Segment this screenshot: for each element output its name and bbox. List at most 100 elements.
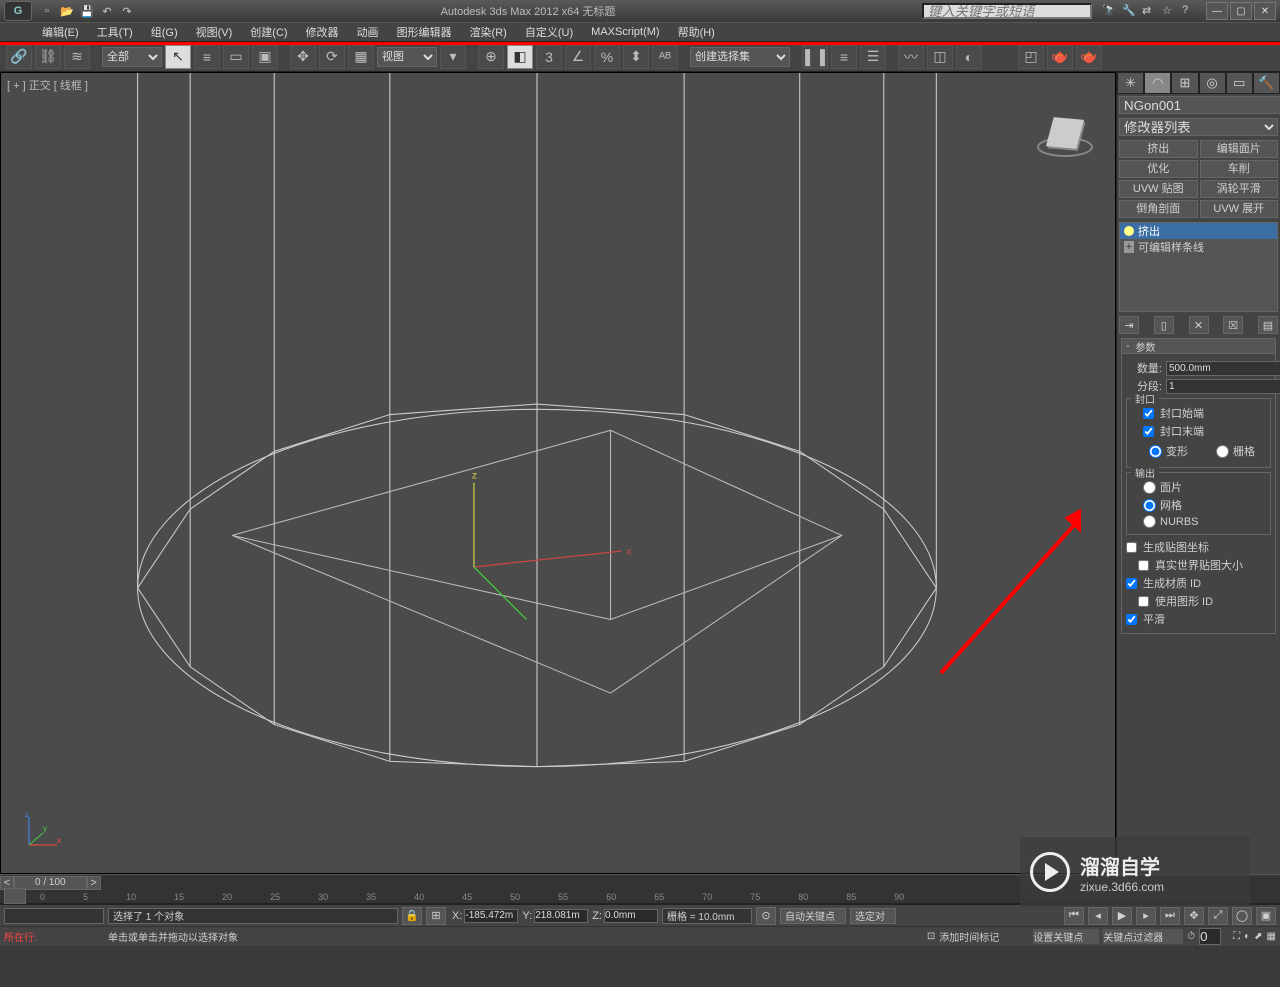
named-selset-combo[interactable]: 创建选择集 [690, 47, 790, 67]
select-rect-icon[interactable]: ▭ [223, 45, 249, 69]
mirror-icon[interactable]: ▌▐ [802, 45, 828, 69]
redo-icon[interactable]: ↷ [120, 4, 134, 18]
curve-editor-icon[interactable]: 〰 [898, 45, 924, 69]
nav-zoomall-icon[interactable]: ⛶ [1233, 931, 1240, 942]
seg-spinner[interactable]: ▲▼ [1166, 379, 1238, 394]
schematic-icon[interactable]: ◫ [927, 45, 953, 69]
nav-orbit-icon[interactable]: ◯ [1232, 907, 1252, 925]
add-time-tag[interactable]: 添加时间标记 [939, 929, 1029, 944]
btn-editpatch[interactable]: 编辑面片 [1200, 140, 1279, 158]
rdo-patch[interactable] [1143, 481, 1156, 494]
wrench-icon[interactable]: 🔧 [1122, 4, 1136, 18]
menu-modifiers[interactable]: 修改器 [304, 22, 341, 42]
rotate-icon[interactable]: ⟳ [319, 45, 345, 69]
bind-icon[interactable]: ≋ [64, 45, 90, 69]
chk-capend[interactable] [1143, 426, 1154, 437]
menu-animation[interactable]: 动画 [355, 22, 381, 42]
binoculars-icon[interactable]: 🔭 [1102, 4, 1116, 18]
exchange-icon[interactable]: ⇄ [1142, 4, 1156, 18]
render-setup-icon[interactable]: ◰ [1018, 45, 1044, 69]
chk-genmatid[interactable] [1126, 578, 1137, 589]
seg-input[interactable] [1166, 379, 1280, 394]
sel-lock-icon[interactable]: ᴬᴮ [652, 45, 678, 69]
goto-end-icon[interactable]: ⏭ [1160, 907, 1180, 925]
align-icon[interactable]: ≡ [831, 45, 857, 69]
select-window-icon[interactable]: ▣ [252, 45, 278, 69]
undo-icon[interactable]: ↶ [100, 4, 114, 18]
save-icon[interactable]: 💾 [80, 4, 94, 18]
teapot-render-icon[interactable]: 🫖 [1047, 45, 1073, 69]
setkey-button[interactable]: 设置关键点 [1033, 929, 1099, 944]
rollout-header[interactable]: -参数 [1121, 338, 1276, 354]
star-icon[interactable]: ☆ [1162, 4, 1176, 18]
next-frame-icon[interactable]: ▸ [1136, 907, 1156, 925]
plus-icon[interactable]: + [1124, 241, 1134, 253]
move-icon[interactable]: ✥ [290, 45, 316, 69]
modifier-list-dropdown[interactable]: 修改器列表 [1119, 118, 1278, 136]
menu-render[interactable]: 渲染(R) [468, 22, 509, 42]
motion-tab-icon[interactable]: ◎ [1199, 72, 1226, 94]
manip-icon[interactable]: ⊕ [478, 45, 504, 69]
open-icon[interactable]: 📂 [60, 4, 74, 18]
nav-pan-icon[interactable]: ✥ [1184, 907, 1204, 925]
chk-capstart[interactable] [1143, 408, 1154, 419]
remove-mod-icon[interactable]: ☒ [1223, 316, 1243, 334]
new-icon[interactable]: ▫ [40, 4, 54, 18]
time-tag-icon[interactable]: ⊡ [927, 931, 935, 942]
material-icon[interactable]: ◐ [956, 45, 982, 69]
snap3-icon[interactable]: 3 [536, 45, 562, 69]
layers-icon[interactable]: ☰ [860, 45, 886, 69]
rdo-nurbs[interactable] [1143, 515, 1156, 528]
rdo-mesh[interactable] [1143, 499, 1156, 512]
pin-stack-icon[interactable]: ⇥ [1119, 316, 1139, 334]
config-icon[interactable]: ▤ [1258, 316, 1278, 334]
selection-filter[interactable]: 全部 [102, 47, 162, 67]
maximize-button[interactable]: ▢ [1230, 2, 1252, 20]
menu-customize[interactable]: 自定义(U) [523, 22, 575, 42]
menu-edit[interactable]: 编辑(E) [40, 22, 81, 42]
chk-smooth[interactable] [1126, 614, 1137, 625]
select-icon[interactable]: ↖ [165, 45, 191, 69]
snap-icon[interactable]: ◧ [507, 45, 533, 69]
display-tab-icon[interactable]: ▭ [1226, 72, 1253, 94]
object-name-input[interactable] [1119, 96, 1280, 114]
chk-useshapeid[interactable] [1138, 596, 1149, 607]
app-icon[interactable]: G [4, 1, 32, 21]
btn-uvwmap[interactable]: UVW 贴图 [1119, 180, 1198, 198]
show-end-icon[interactable]: ▯ [1154, 316, 1174, 334]
nav-fov-icon[interactable]: ◐ [1244, 931, 1250, 942]
bulb-icon[interactable] [1124, 226, 1134, 236]
minimize-button[interactable]: — [1206, 2, 1228, 20]
menu-create[interactable]: 创建(C) [248, 22, 289, 42]
play-icon[interactable]: ▶ [1112, 907, 1132, 925]
btn-bevelprofile[interactable]: 倒角剖面 [1119, 200, 1198, 218]
modifier-stack[interactable]: 挤出 +可编辑样条线 [1119, 222, 1278, 312]
nav-zoom-icon[interactable]: ⤢ [1208, 907, 1228, 925]
btn-extrude[interactable]: 挤出 [1119, 140, 1198, 158]
utilities-tab-icon[interactable]: 🔨 [1253, 72, 1280, 94]
trackbar-toggle-icon[interactable] [4, 888, 26, 904]
pivot-icon[interactable]: ▾ [440, 45, 466, 69]
menu-help[interactable]: 帮助(H) [676, 22, 717, 42]
nav-max-icon[interactable]: ▣ [1256, 907, 1276, 925]
nav-walk-icon[interactable]: ⬈ [1254, 931, 1262, 942]
amount-input[interactable] [1166, 361, 1280, 376]
chk-realworld[interactable] [1138, 560, 1149, 571]
stack-item-spline[interactable]: +可编辑样条线 [1120, 239, 1277, 255]
scale-icon[interactable]: ▦ [348, 45, 374, 69]
link-icon[interactable]: 🔗 [6, 45, 32, 69]
keyfilter-button[interactable]: 关键点过滤器 [1103, 929, 1183, 944]
help-icon[interactable]: ? [1182, 4, 1196, 18]
amount-spinner[interactable]: ▲▼ [1166, 361, 1238, 376]
stack-item-extrude[interactable]: 挤出 [1120, 223, 1277, 239]
chk-genmap[interactable] [1126, 542, 1137, 553]
pctsnap-icon[interactable]: % [594, 45, 620, 69]
menu-graph[interactable]: 图形编辑器 [395, 22, 454, 42]
select-name-icon[interactable]: ≡ [194, 45, 220, 69]
rdo-grid[interactable] [1216, 445, 1229, 458]
rdo-morph[interactable] [1149, 445, 1162, 458]
hierarchy-tab-icon[interactable]: ⊞ [1171, 72, 1198, 94]
modify-tab-icon[interactable]: ◠ [1144, 72, 1171, 94]
btn-turbosmooth[interactable]: 涡轮平滑 [1200, 180, 1279, 198]
btn-uvwunwrap[interactable]: UVW 展开 [1200, 200, 1279, 218]
